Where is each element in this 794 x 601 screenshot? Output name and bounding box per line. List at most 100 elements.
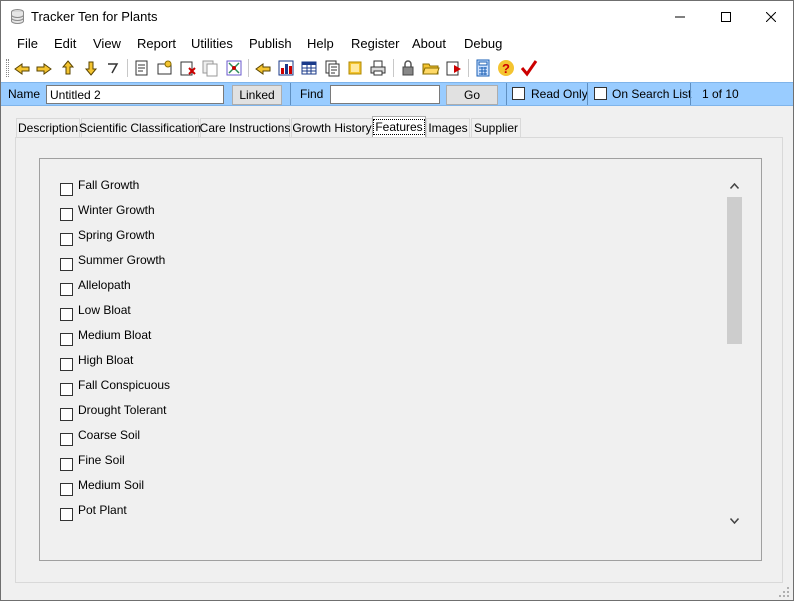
feature-label[interactable]: Pot Plant bbox=[78, 503, 127, 517]
feature-label[interactable]: Allelopath bbox=[78, 278, 131, 292]
toolbar-grip[interactable] bbox=[6, 59, 9, 77]
search-button[interactable] bbox=[253, 58, 273, 78]
feature-label[interactable]: Fine Soil bbox=[78, 453, 125, 467]
read-only-checkbox[interactable] bbox=[512, 87, 525, 100]
menu-report[interactable]: Report bbox=[137, 36, 176, 51]
feature-label[interactable]: Summer Growth bbox=[78, 253, 165, 267]
on-search-list-label[interactable]: On Search List bbox=[612, 87, 691, 101]
features-tab-page: Fall Growth Winter Growth Spring Growth … bbox=[15, 137, 783, 583]
first-record-button[interactable] bbox=[12, 58, 32, 78]
print-button[interactable] bbox=[368, 58, 388, 78]
delete-record-button[interactable] bbox=[178, 58, 198, 78]
open-folder-icon bbox=[422, 63, 440, 75]
feature-checkbox[interactable] bbox=[60, 483, 73, 496]
menu-register[interactable]: Register bbox=[351, 36, 399, 51]
feature-label[interactable]: Medium Soil bbox=[78, 478, 144, 492]
feature-checkbox[interactable] bbox=[60, 233, 73, 246]
feature-checkbox[interactable] bbox=[60, 383, 73, 396]
menu-file[interactable]: File bbox=[17, 36, 38, 51]
help-button[interactable]: ? bbox=[496, 58, 516, 78]
tab-description[interactable]: Description bbox=[16, 118, 80, 137]
picture-button[interactable] bbox=[345, 58, 365, 78]
scroll-down-button[interactable] bbox=[726, 512, 743, 529]
find-input[interactable] bbox=[330, 85, 440, 104]
tab-growth-history[interactable]: Growth History bbox=[291, 118, 373, 137]
scrollbar-thumb[interactable] bbox=[727, 197, 742, 344]
feature-checkbox[interactable] bbox=[60, 183, 73, 196]
help-icon: ? bbox=[498, 60, 514, 76]
feature-checkbox[interactable] bbox=[60, 333, 73, 346]
read-only-label[interactable]: Read Only bbox=[531, 87, 588, 101]
feature-label[interactable]: Medium Bloat bbox=[78, 328, 151, 342]
feature-label[interactable]: Low Bloat bbox=[78, 303, 131, 317]
tab-label: Scientific Classification bbox=[78, 121, 202, 135]
next-record-button[interactable] bbox=[58, 58, 78, 78]
menu-about[interactable]: About bbox=[412, 36, 446, 51]
feature-label[interactable]: High Bloat bbox=[78, 353, 133, 367]
feature-checkbox[interactable] bbox=[60, 308, 73, 321]
menu-help[interactable]: Help bbox=[307, 36, 334, 51]
feature-checkbox[interactable] bbox=[60, 433, 73, 446]
tab-care-instructions[interactable]: Care Instructions bbox=[200, 118, 290, 137]
next-record-icon bbox=[61, 60, 75, 75]
feature-label[interactable]: Fall Conspicuous bbox=[78, 378, 170, 392]
feature-label[interactable]: Winter Growth bbox=[78, 203, 155, 217]
last-record-button[interactable] bbox=[81, 58, 101, 78]
feature-label[interactable]: Drought Tolerant bbox=[78, 403, 167, 417]
chart-button[interactable] bbox=[276, 58, 296, 78]
record-bar-separator bbox=[587, 83, 588, 105]
features-scrollbar[interactable] bbox=[726, 177, 743, 529]
tab-scientific-classification[interactable]: Scientific Classification bbox=[78, 118, 202, 137]
toolbar-separator bbox=[248, 59, 249, 77]
close-button[interactable] bbox=[748, 1, 793, 32]
record-position: 1 of 10 bbox=[702, 87, 739, 101]
feature-label[interactable]: Fall Growth bbox=[78, 178, 139, 192]
chevron-up-icon bbox=[730, 182, 739, 189]
calculator-icon bbox=[476, 59, 490, 77]
tab-supplier[interactable]: Supplier bbox=[471, 118, 521, 137]
features-panel: Fall Growth Winter Growth Spring Growth … bbox=[39, 158, 762, 561]
calculator-button[interactable] bbox=[473, 58, 493, 78]
menu-debug[interactable]: Debug bbox=[464, 36, 502, 51]
go-button[interactable]: Go bbox=[446, 85, 498, 105]
feature-checkbox[interactable] bbox=[60, 358, 73, 371]
minimize-button[interactable] bbox=[657, 1, 703, 32]
menu-utilities[interactable]: Utilities bbox=[191, 36, 233, 51]
name-input[interactable] bbox=[46, 85, 224, 104]
tab-images[interactable]: Images bbox=[426, 118, 470, 137]
feature-label[interactable]: Coarse Soil bbox=[78, 428, 140, 442]
feature-checkbox[interactable] bbox=[60, 508, 73, 521]
resize-grip-icon[interactable] bbox=[777, 585, 791, 599]
previous-record-button[interactable] bbox=[34, 58, 54, 78]
tab-features[interactable]: Features bbox=[372, 116, 426, 137]
linked-button[interactable]: Linked bbox=[232, 85, 282, 105]
feature-checkbox[interactable] bbox=[60, 283, 73, 296]
sort-button[interactable] bbox=[224, 58, 244, 78]
copy-record-button[interactable] bbox=[200, 58, 220, 78]
export-button[interactable] bbox=[444, 58, 464, 78]
undo-button[interactable] bbox=[103, 58, 123, 78]
feature-label[interactable]: Spring Growth bbox=[78, 228, 155, 242]
feature-checkbox[interactable] bbox=[60, 208, 73, 221]
on-search-list-checkbox[interactable] bbox=[594, 87, 607, 100]
chevron-down-icon bbox=[730, 517, 739, 524]
find-label: Find bbox=[300, 87, 324, 101]
feature-checkbox[interactable] bbox=[60, 458, 73, 471]
menu-edit[interactable]: Edit bbox=[54, 36, 76, 51]
open-folder-button[interactable] bbox=[421, 58, 441, 78]
table-view-button[interactable] bbox=[299, 58, 319, 78]
feature-checkbox[interactable] bbox=[60, 258, 73, 271]
copy-record-icon bbox=[202, 60, 218, 77]
lock-button[interactable] bbox=[398, 58, 418, 78]
new-record-button[interactable] bbox=[155, 58, 175, 78]
save-button[interactable] bbox=[132, 58, 152, 78]
menu-view[interactable]: View bbox=[93, 36, 121, 51]
menu-publish[interactable]: Publish bbox=[249, 36, 292, 51]
window-title: Tracker Ten for Plants bbox=[31, 9, 158, 24]
maximize-button[interactable] bbox=[703, 1, 749, 32]
feature-checkbox[interactable] bbox=[60, 408, 73, 421]
title-bar[interactable]: Tracker Ten for Plants bbox=[1, 1, 793, 32]
list-view-button[interactable] bbox=[322, 58, 342, 78]
checkmark-button[interactable] bbox=[519, 58, 539, 78]
scroll-up-button[interactable] bbox=[726, 177, 743, 194]
